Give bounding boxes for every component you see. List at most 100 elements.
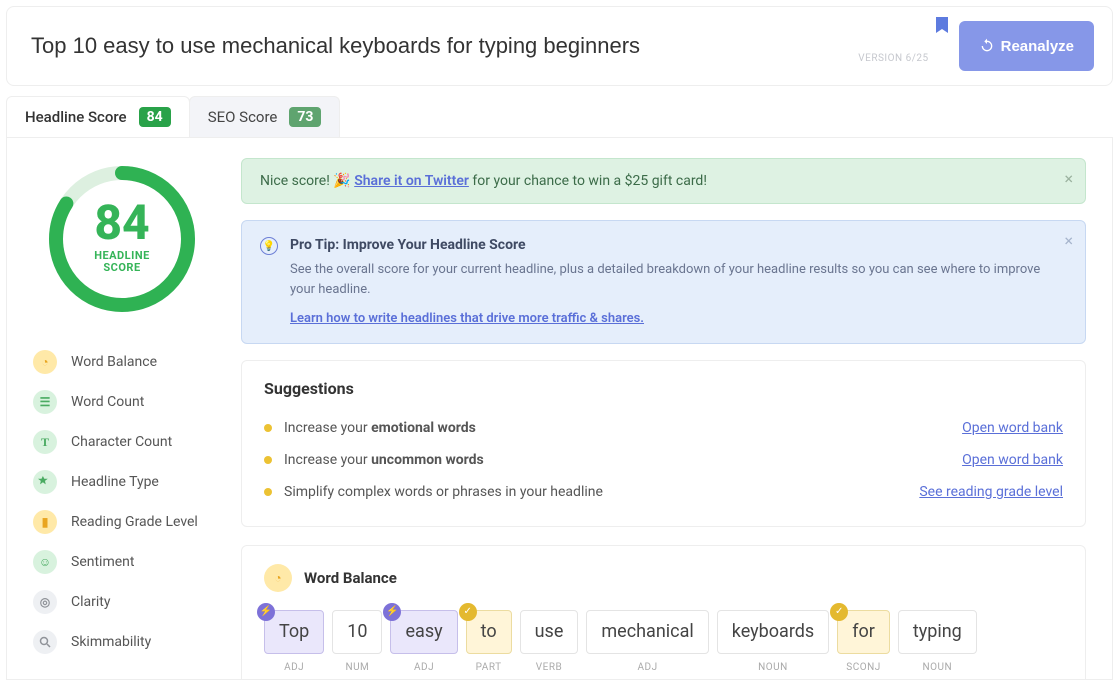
- common-word-icon: ✓: [830, 603, 848, 621]
- suggestion-text: Increase your uncommon words: [284, 452, 484, 468]
- suggestions-card: Suggestions Increase your emotional word…: [241, 360, 1086, 527]
- book-icon: ▮: [33, 510, 57, 534]
- suggestion-row: Increase your emotional words Open word b…: [264, 412, 1063, 444]
- alert-pro-tip: 💡 Pro Tip: Improve Your Headline Score S…: [241, 220, 1086, 344]
- word-pos: ADJ: [638, 662, 658, 673]
- word-token: 10 NUM: [332, 610, 382, 673]
- bookmark-icon[interactable]: [935, 17, 949, 37]
- sidebar-item-skimmability[interactable]: Skimmability: [33, 622, 211, 662]
- suggestion-text: Increase your emotional words: [284, 420, 476, 436]
- lines-icon: ☰: [33, 390, 57, 414]
- refresh-icon: [979, 38, 995, 54]
- sidebar-item-headline-type[interactable]: Headline Type: [33, 462, 211, 502]
- tab-label: SEO Score: [208, 108, 278, 126]
- word-pos: VERB: [536, 662, 562, 673]
- pro-tip-link[interactable]: Learn how to write headlines that drive …: [290, 309, 644, 329]
- word-pos: NOUN: [758, 662, 788, 673]
- common-word-icon: ✓: [459, 603, 477, 621]
- word-box: mechanical: [586, 610, 708, 654]
- score-label: HEADLINESCORE: [47, 250, 197, 274]
- suggestions-title: Suggestions: [264, 379, 1063, 398]
- sidebar-item-character-count[interactable]: T Character Count: [33, 422, 211, 462]
- suggestion-link[interactable]: Open word bank: [962, 452, 1063, 468]
- word-balance-title: Word Balance: [304, 569, 397, 587]
- word-box: 10: [332, 610, 382, 654]
- word-box: use: [520, 610, 579, 654]
- reanalyze-label: Reanalyze: [1001, 38, 1074, 55]
- sidebar-item-label: Reading Grade Level: [71, 514, 198, 530]
- word-box: typing: [898, 610, 977, 654]
- word-pos: ADJ: [284, 662, 304, 673]
- sidebar-item-sentiment[interactable]: ☺ Sentiment: [33, 542, 211, 582]
- sidebar-item-label: Sentiment: [71, 554, 134, 570]
- target-icon: ◎: [33, 590, 57, 614]
- score-number: 84: [47, 194, 197, 251]
- tab-label: Headline Score: [25, 108, 127, 126]
- word-pos: NUM: [345, 662, 369, 673]
- sidebar-item-label: Headline Type: [71, 474, 159, 490]
- word-token: mechanical ADJ: [586, 610, 708, 673]
- word-token: easy⚡ ADJ: [390, 610, 457, 673]
- sidebar-item-label: Word Count: [71, 394, 144, 410]
- suggestion-row: Increase your uncommon words Open word ba…: [264, 444, 1063, 476]
- close-icon[interactable]: ×: [1064, 231, 1073, 250]
- word-token: Top⚡ ADJ: [264, 610, 324, 673]
- share-twitter-link[interactable]: Share it on Twitter: [354, 173, 469, 189]
- suggestion-link[interactable]: Open word bank: [962, 420, 1063, 436]
- word-box: easy⚡: [390, 610, 457, 654]
- word-box: Top⚡: [264, 610, 324, 654]
- word-balance-card: ◔ Word Balance Top⚡ ADJ 10 NUM easy⚡ ADJ to✓ PA…: [241, 545, 1086, 680]
- letter-t-icon: T: [33, 430, 57, 454]
- headline-score-ring: 84 HEADLINESCORE: [47, 164, 197, 314]
- pro-tip-title: Pro Tip: Improve Your Headline Score: [290, 235, 1067, 256]
- sidebar-item-word-balance[interactable]: ◔ Word Balance: [33, 342, 211, 382]
- word-pos: PART: [476, 662, 502, 673]
- word-tokens-row: Top⚡ ADJ 10 NUM easy⚡ ADJ to✓ PART use VERB mechan…: [264, 610, 1063, 680]
- main-panel[interactable]: Nice score! 🎉 Share it on Twitter for yo…: [231, 138, 1112, 679]
- suggestion-row: Simplify complex words or phrases in you…: [264, 476, 1063, 508]
- alert-text: Nice score! 🎉 Share it on Twitter for yo…: [260, 173, 707, 189]
- word-pos: NOUN: [922, 662, 952, 673]
- bullet-icon: [264, 424, 272, 432]
- close-icon[interactable]: ×: [1064, 169, 1073, 188]
- word-pos: SCONJ: [846, 662, 880, 673]
- word-token: keyboardsNOUN: [717, 610, 829, 673]
- sidebar-item-label: Word Balance: [71, 354, 157, 370]
- smile-icon: ☺: [33, 550, 57, 574]
- word-box: for✓: [837, 610, 890, 654]
- search-icon: [33, 630, 57, 654]
- sidebar-item-reading-grade[interactable]: ▮ Reading Grade Level: [33, 502, 211, 542]
- word-token: typing NOUN: [898, 610, 977, 673]
- bullet-icon: [264, 456, 272, 464]
- sidebar-item-label: Skimmability: [71, 634, 151, 650]
- sidebar-item-label: Character Count: [71, 434, 172, 450]
- word-token: to✓ PART: [466, 610, 512, 673]
- word-token: for✓ SCONJ: [837, 610, 890, 673]
- power-word-icon: ⚡: [383, 603, 401, 621]
- version-label: VERSION 6/25: [858, 53, 928, 64]
- word-token: use VERB: [520, 610, 579, 673]
- tab-seo-score[interactable]: SEO Score 73: [189, 96, 341, 137]
- alert-nice-score: Nice score! 🎉 Share it on Twitter for yo…: [241, 158, 1086, 204]
- pie-icon: ◔: [33, 350, 57, 374]
- tab-headline-score[interactable]: Headline Score 84: [6, 96, 190, 137]
- sidebar-item-word-count[interactable]: ☰ Word Count: [33, 382, 211, 422]
- suggestion-link[interactable]: See reading grade level: [919, 484, 1063, 500]
- bullet-icon: [264, 488, 272, 496]
- tabs: Headline Score 84 SEO Score 73: [6, 96, 1113, 137]
- lightbulb-icon: 💡: [260, 237, 278, 255]
- header-bar: VERSION 6/25 Reanalyze: [6, 6, 1113, 86]
- pie-icon: ◔: [264, 564, 292, 592]
- word-pos: ADJ: [414, 662, 434, 673]
- word-box: to✓: [466, 610, 512, 654]
- pro-tip-body: See the overall score for your current h…: [290, 260, 1067, 299]
- content: 84 HEADLINESCORE ◔ Word Balance ☰ Word C…: [6, 137, 1113, 680]
- sidebar-item-clarity[interactable]: ◎ Clarity: [33, 582, 211, 622]
- sidebar: 84 HEADLINESCORE ◔ Word Balance ☰ Word C…: [7, 138, 231, 679]
- tab-score-badge: 73: [289, 107, 321, 127]
- reanalyze-button[interactable]: Reanalyze: [959, 21, 1094, 71]
- tab-score-badge: 84: [139, 107, 171, 127]
- triangle-icon: [33, 470, 57, 494]
- confetti-icon: 🎉: [333, 173, 350, 189]
- headline-input[interactable]: [31, 33, 858, 59]
